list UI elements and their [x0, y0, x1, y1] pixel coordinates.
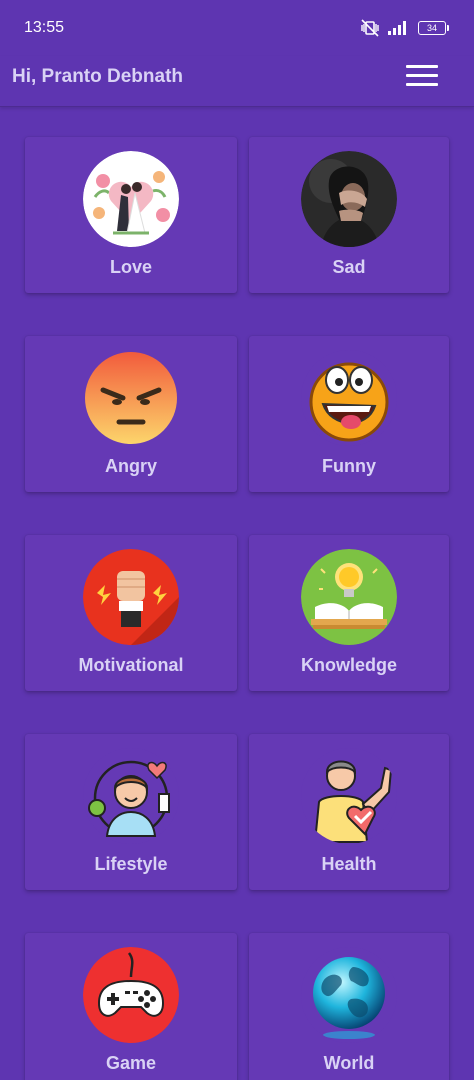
raised-fist-icon [83, 549, 179, 645]
category-grid: Love Sad Angry Funny Motivational Knowle… [0, 106, 474, 1080]
lifestyle-person-icon [83, 748, 179, 844]
app-bar: Hi, Pranto Debnath [0, 56, 474, 107]
couple-hearts-icon [83, 151, 179, 247]
category-label: Angry [104, 456, 157, 476]
signal-icon [388, 21, 406, 35]
status-time: 13:55 [24, 19, 65, 36]
funny-face-icon [301, 350, 397, 446]
book-bulb-icon [301, 549, 397, 645]
vibrate-off-icon [361, 19, 379, 37]
category-card-lifestyle[interactable]: Lifestyle [25, 734, 237, 890]
category-label: Funny [322, 456, 376, 476]
status-bar: 13:55 34 [0, 0, 474, 56]
category-card-health[interactable]: Health [249, 734, 449, 890]
category-label: Motivational [78, 655, 184, 675]
greeting-title: Hi, Pranto Debnath [12, 66, 184, 87]
status-icons: 34 [360, 17, 449, 39]
category-label: Sad [332, 257, 366, 277]
category-card-knowledge[interactable]: Knowledge [249, 535, 449, 691]
category-card-funny[interactable]: Funny [249, 336, 449, 492]
battery-icon: 34 [418, 21, 449, 35]
category-card-sad[interactable]: Sad [249, 137, 449, 293]
category-label: Knowledge [300, 655, 397, 675]
category-label: Game [105, 1053, 157, 1073]
category-card-game[interactable]: Game [25, 933, 237, 1080]
category-card-world[interactable]: World [249, 933, 449, 1080]
category-card-motivational[interactable]: Motivational [25, 535, 237, 691]
category-label: Health [321, 854, 377, 874]
globe-icon [301, 947, 397, 1043]
category-label: World [323, 1053, 375, 1073]
gamepad-icon [83, 947, 179, 1043]
menu-icon [406, 65, 438, 68]
category-card-angry[interactable]: Angry [25, 336, 237, 492]
sad-person-icon [301, 151, 397, 247]
category-card-love[interactable]: Love [25, 137, 237, 293]
angry-face-icon [83, 350, 179, 446]
menu-button[interactable] [406, 65, 438, 87]
strong-man-heart-icon [301, 748, 397, 844]
category-label: Love [109, 257, 152, 277]
category-label: Lifestyle [94, 854, 168, 874]
